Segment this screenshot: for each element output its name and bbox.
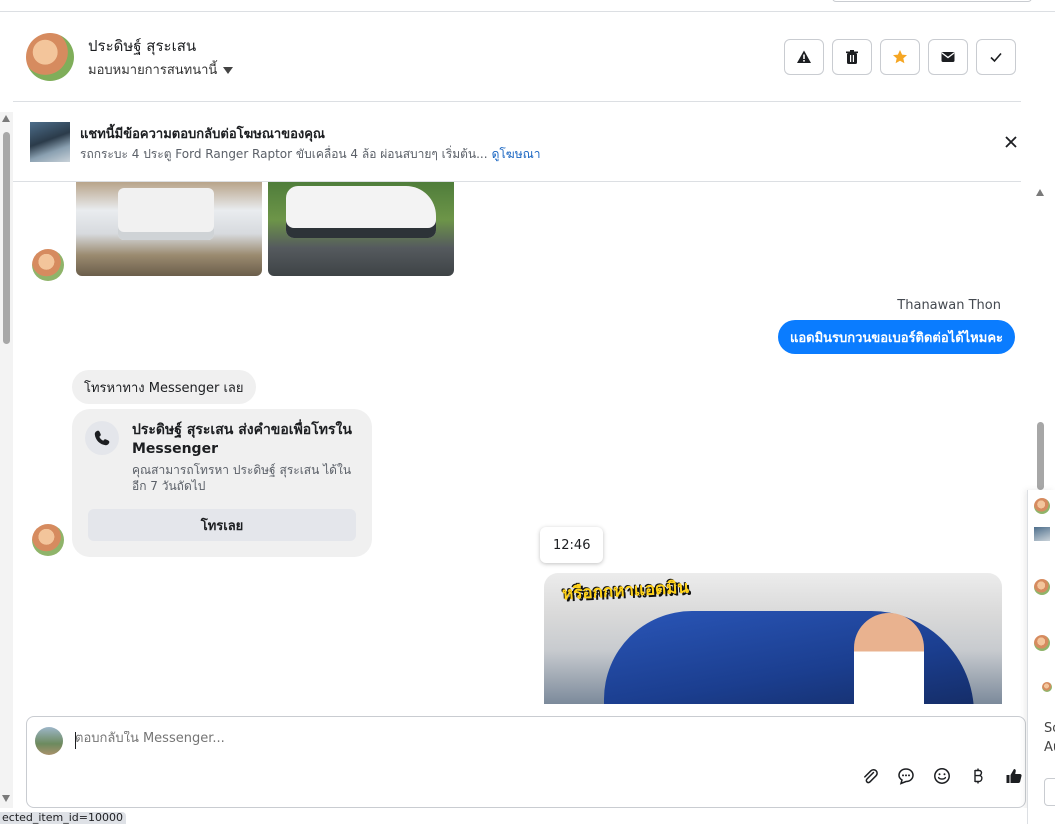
shared-photo-2[interactable]	[268, 182, 454, 276]
conversation-header: ประดิษฐ์ สุระเสน มอบหมายการสนทนานี้	[13, 12, 1021, 102]
side-avatar[interactable]	[1034, 498, 1050, 514]
star-button[interactable]	[880, 39, 920, 75]
side-button[interactable]	[1044, 778, 1055, 806]
close-icon	[1005, 136, 1017, 148]
outgoing-sender-name: Thanawan Thon	[897, 298, 1001, 313]
payment-button[interactable]	[960, 764, 996, 788]
message-timestamp: 12:46	[540, 527, 604, 563]
scrollbar-thumb[interactable]	[1037, 422, 1044, 490]
ad-reply-banner: แชทนี้มีข้อความตอบกลับต่อโฆษณาของคุณ รถก…	[13, 102, 1021, 182]
ad-thumbnail[interactable]	[30, 122, 70, 162]
attach-button[interactable]	[852, 764, 888, 788]
side-text-2: Au	[1044, 740, 1055, 755]
baht-icon	[974, 768, 983, 784]
mark-unread-button[interactable]	[928, 39, 968, 75]
ad-description: รถกระบะ 4 ประตู Ford Ranger Raptor ขับเค…	[80, 147, 488, 161]
side-text-1: So	[1044, 721, 1055, 736]
side-thumbnail[interactable]	[1034, 527, 1050, 541]
side-avatar[interactable]	[1034, 579, 1050, 595]
call-card-title: ประดิษฐ์ สุระเสน ส่งคำขอเพื่อโทรใน Messe…	[132, 422, 352, 457]
reply-input[interactable]	[75, 731, 775, 746]
check-icon	[990, 52, 1002, 63]
call-card-description: คุณสามารถโทรหา ประดิษฐ์ สุระเสน ได้ในอีก…	[132, 463, 352, 493]
shared-video-thumbnail[interactable]: หรือกกหาแอดมิน	[544, 573, 1002, 704]
side-preview-panel: So Au	[1027, 490, 1055, 824]
envelope-icon	[941, 52, 955, 62]
paperclip-icon	[864, 768, 878, 784]
bottom-strip	[126, 808, 1027, 824]
side-avatar[interactable]	[1034, 635, 1050, 651]
done-button[interactable]	[976, 39, 1016, 75]
shared-photo-1[interactable]	[76, 182, 262, 276]
scroll-up-arrow-icon[interactable]	[1036, 189, 1044, 196]
scrollbar-thumb[interactable]	[3, 132, 10, 344]
report-button[interactable]	[784, 39, 824, 75]
saved-replies-button[interactable]	[888, 764, 924, 788]
smiley-icon	[934, 768, 950, 784]
top-control[interactable]	[832, 0, 1032, 2]
ad-banner-subtitle: รถกระบะ 4 ประตู Ford Ranger Raptor ขับเค…	[80, 145, 541, 164]
outgoing-message-bubble[interactable]: แอดมินรบกวนขอเบอร์ติดต่อได้ไหมคะ	[777, 320, 1015, 354]
message-thread[interactable]: Thanawan Thon แอดมินรบกวนขอเบอร์ติดต่อได…	[13, 182, 1034, 704]
chat-bubble-icon	[898, 768, 914, 785]
page-avatar	[35, 727, 63, 755]
status-bar-url: ected_item_id=10000	[0, 812, 126, 824]
contact-name[interactable]: ประดิษฐ์ สุระเสน	[88, 34, 196, 58]
scroll-down-arrow-icon[interactable]	[2, 795, 10, 802]
contact-message-avatar[interactable]	[32, 524, 64, 556]
call-now-button[interactable]: โทรเลย	[88, 509, 356, 541]
view-ad-link[interactable]: ดูโฆษณา	[492, 147, 541, 161]
video-person-shape	[854, 613, 924, 704]
emoji-button[interactable]	[924, 764, 960, 788]
incoming-message-bubble[interactable]: โทรหาทาง Messenger เลย	[72, 370, 256, 404]
reply-composer	[26, 716, 1026, 808]
phone-icon	[85, 421, 119, 455]
ad-banner-title: แชทนี้มีข้อความตอบกลับต่อโฆษณาของคุณ	[80, 127, 325, 142]
top-strip	[0, 0, 1055, 12]
left-scrollbar[interactable]	[0, 112, 13, 808]
trash-icon	[846, 50, 858, 64]
scroll-up-arrow-icon[interactable]	[2, 115, 10, 122]
composer-toolbar	[852, 764, 1032, 788]
warning-icon	[797, 50, 811, 63]
assign-label: มอบหมายการสนทนานี้	[88, 63, 218, 78]
contact-avatar[interactable]	[26, 33, 74, 81]
side-avatar-small[interactable]	[1042, 682, 1052, 692]
delete-button[interactable]	[832, 39, 872, 75]
contact-message-avatar[interactable]	[32, 249, 64, 281]
caret-down-icon	[223, 67, 234, 74]
star-icon	[893, 50, 907, 64]
close-banner-button[interactable]	[1001, 132, 1021, 152]
thumbs-up-icon	[1006, 769, 1022, 783]
assign-dropdown[interactable]: มอบหมายการสนทนานี้	[88, 59, 234, 80]
call-request-card: ประดิษฐ์ สุระเสน ส่งคำขอเพื่อโทรใน Messe…	[72, 409, 372, 557]
video-caption: หรือกกหาแอดมิน	[561, 577, 690, 605]
